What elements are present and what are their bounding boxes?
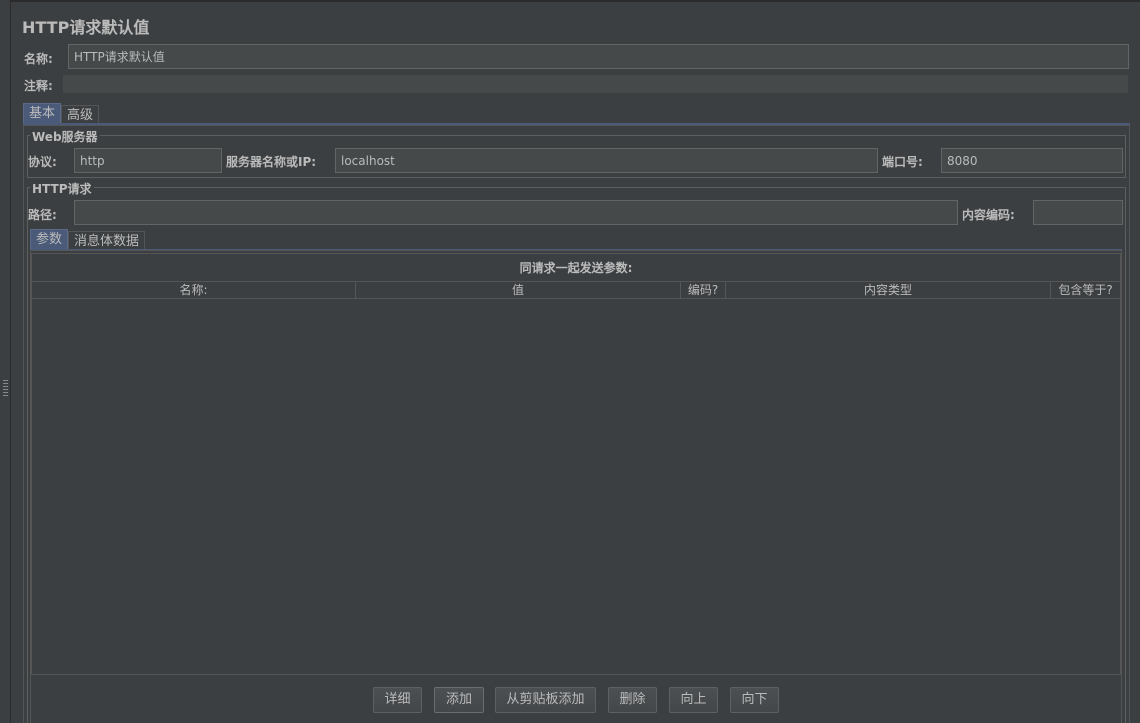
parameters-table: 同请求一起发送参数: 名称: 值 编码? 内容类型 包含等于? bbox=[31, 253, 1121, 675]
delete-button[interactable]: 删除 bbox=[608, 687, 657, 713]
port-field[interactable] bbox=[941, 148, 1123, 173]
path-label: 路径: bbox=[28, 208, 57, 222]
http-request-group-title: HTTP请求 bbox=[30, 180, 94, 197]
table-header: 名称: 值 编码? 内容类型 包含等于? bbox=[32, 281, 1120, 299]
comment-field[interactable] bbox=[62, 74, 1129, 94]
column-header-encode[interactable]: 编码? bbox=[681, 282, 726, 298]
page-title: HTTP请求默认值 bbox=[22, 18, 150, 37]
tab-body-data[interactable]: 消息体数据 bbox=[68, 231, 146, 250]
server-label: 服务器名称或IP: bbox=[226, 155, 317, 169]
web-server-group-title: Web服务器 bbox=[30, 128, 100, 145]
table-caption: 同请求一起发送参数: bbox=[519, 261, 633, 275]
column-header-include-equals[interactable]: 包含等于? bbox=[1051, 282, 1120, 298]
add-button[interactable]: 添加 bbox=[434, 687, 484, 713]
comment-label: 注释: bbox=[24, 79, 53, 93]
column-header-name[interactable]: 名称: bbox=[32, 282, 356, 298]
encoding-label: 内容编码: bbox=[962, 208, 1015, 222]
move-up-button[interactable]: 向上 bbox=[669, 687, 718, 713]
splitter-gutter[interactable] bbox=[0, 0, 11, 723]
tab-advanced[interactable]: 高级 bbox=[61, 105, 100, 124]
table-body[interactable] bbox=[32, 299, 1120, 674]
column-header-value[interactable]: 值 bbox=[356, 282, 681, 298]
server-field[interactable] bbox=[335, 148, 878, 173]
protocol-label: 协议: bbox=[28, 155, 57, 169]
top-border bbox=[11, 0, 1140, 2]
encoding-field[interactable] bbox=[1033, 200, 1123, 225]
name-field[interactable] bbox=[68, 44, 1129, 69]
splitter-grip-icon[interactable] bbox=[3, 378, 8, 396]
name-label: 名称: bbox=[24, 52, 53, 66]
detail-button[interactable]: 详细 bbox=[373, 687, 422, 713]
protocol-field[interactable] bbox=[74, 148, 222, 173]
column-header-content-type[interactable]: 内容类型 bbox=[726, 282, 1051, 298]
path-field[interactable] bbox=[74, 200, 958, 225]
http-request-defaults-window: HTTP请求默认值 名称: 注释: 基本 高级 Web服务器 协议: 服务器名称… bbox=[0, 0, 1140, 723]
port-label: 端口号: bbox=[882, 155, 923, 169]
tab-parameters[interactable]: 参数 bbox=[30, 229, 69, 249]
tab-basic[interactable]: 基本 bbox=[23, 103, 62, 123]
add-from-clipboard-button[interactable]: 从剪贴板添加 bbox=[495, 687, 596, 713]
move-down-button[interactable]: 向下 bbox=[730, 687, 779, 713]
